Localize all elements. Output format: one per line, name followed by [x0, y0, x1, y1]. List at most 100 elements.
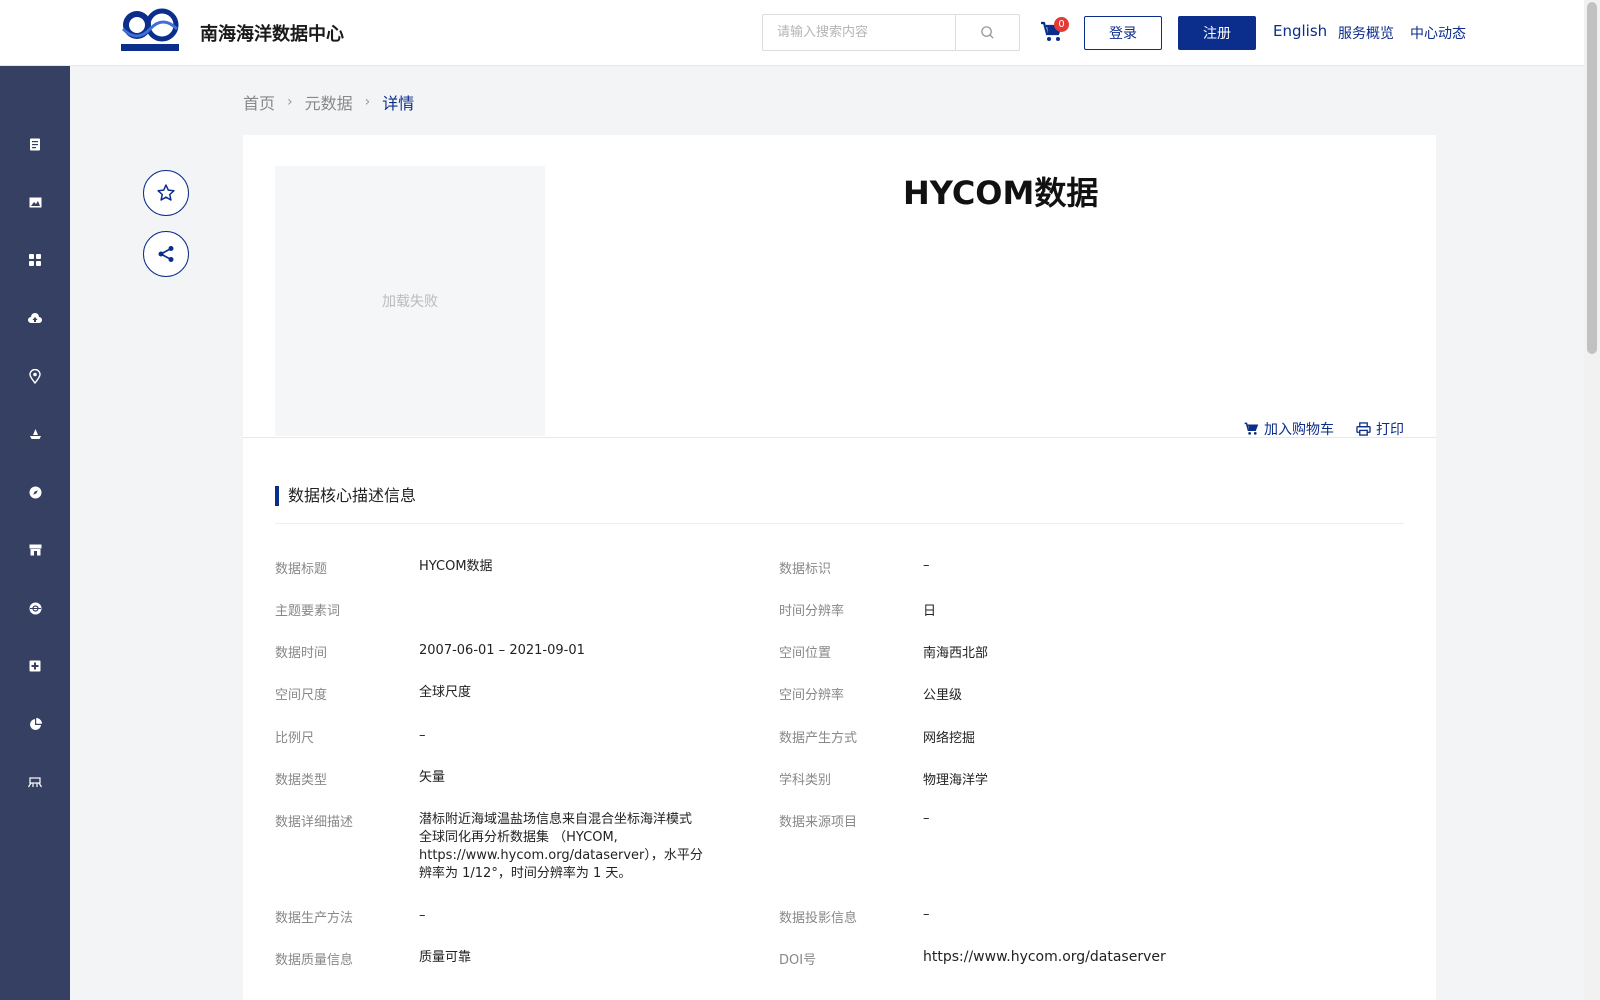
globe-icon	[29, 602, 41, 614]
field-label: 数据质量信息	[275, 953, 354, 968]
field-label: 学科类别	[779, 773, 832, 788]
add-to-cart-label: 加入购物车	[1264, 422, 1334, 438]
cloud-upload-icon	[28, 312, 42, 323]
cart-icon	[1244, 422, 1259, 435]
chevron-right-icon: ›	[364, 94, 371, 110]
field-label: 比例尺	[275, 731, 315, 746]
breadcrumb-home[interactable]: 首页	[243, 90, 275, 114]
field-value: –	[419, 728, 426, 743]
section-title: 数据核心描述信息	[275, 486, 416, 506]
search-input[interactable]	[763, 15, 955, 50]
field-value: 全球尺度	[419, 685, 472, 700]
sidebar-item-store[interactable]	[21, 536, 49, 564]
share-icon	[158, 246, 174, 262]
register-button[interactable]: 注册	[1178, 16, 1256, 50]
field-label: DOI号	[779, 953, 817, 968]
search-button[interactable]	[955, 15, 1019, 50]
page-scrollbar[interactable]	[1584, 0, 1600, 1000]
location-pin-icon	[29, 368, 41, 384]
site-logo[interactable]	[120, 7, 180, 53]
detail-actions: 加入购物车 打印	[1244, 419, 1404, 439]
medical-icon	[29, 660, 41, 672]
sidebar-item-medical[interactable]	[21, 652, 49, 680]
print-label: 打印	[1376, 422, 1404, 438]
field-label: 数据产生方式	[779, 731, 858, 746]
sidebar-item-image[interactable]	[21, 188, 49, 216]
sidebar-item-instrument[interactable]	[21, 768, 49, 796]
field-value: 日	[923, 604, 937, 619]
dataset-thumbnail: 加载失败	[275, 166, 545, 436]
field-label: 空间尺度	[275, 688, 328, 703]
breadcrumb: 首页 › 元数据 › 详情	[243, 90, 414, 114]
field-label: 数据生产方法	[275, 911, 354, 926]
field-label: 数据标识	[779, 562, 832, 577]
sidebar-item-location[interactable]	[21, 362, 49, 390]
sidebar-item-cloud-upload[interactable]	[21, 304, 49, 332]
login-button[interactable]: 登录	[1084, 16, 1162, 50]
field-value: 2007-06-01 – 2021-09-01	[419, 643, 585, 658]
nav-center-news[interactable]: 中心动态	[1410, 23, 1466, 43]
field-value: 公里级	[923, 688, 963, 703]
field-value: –	[923, 811, 930, 826]
favorite-button[interactable]	[143, 170, 189, 216]
field-value: 矢量	[419, 770, 446, 785]
grid-icon	[29, 254, 41, 266]
field-value: –	[419, 908, 426, 923]
sidebar-item-chart[interactable]	[21, 710, 49, 738]
field-label: 主题要素词	[275, 604, 341, 619]
cart-count-badge: 0	[1054, 17, 1069, 32]
field-value-description: 潜标附近海域温盐场信息来自混合坐标海洋模式全球同化再分析数据集 （HYCOM, …	[419, 812, 703, 881]
ship-icon	[29, 429, 41, 439]
left-sidebar	[0, 66, 70, 1000]
document-icon	[30, 138, 40, 150]
field-label: 数据时间	[275, 646, 328, 661]
field-value: 物理海洋学	[923, 773, 989, 788]
image-icon	[29, 197, 41, 207]
sidebar-item-document[interactable]	[21, 130, 49, 158]
header-divider	[243, 437, 1436, 438]
image-load-failed-text: 加载失败	[382, 294, 438, 310]
share-button[interactable]	[143, 231, 189, 277]
top-header: 南海海洋数据中心 0 登录 注册 English 服务概览 中心动态	[0, 0, 1584, 66]
field-value: –	[923, 558, 930, 573]
nav-service-overview[interactable]: 服务概览	[1338, 23, 1394, 43]
field-value: 南海西北部	[923, 646, 989, 661]
field-label: 数据投影信息	[779, 911, 858, 926]
compass-icon	[29, 486, 41, 498]
cart-button[interactable]: 0	[1040, 17, 1069, 46]
scrollbar-thumb[interactable]	[1587, 2, 1597, 354]
doi-link[interactable]: https://www.hycom.org/dataserver	[923, 949, 1166, 965]
section-divider	[275, 523, 1404, 524]
dataset-title: HYCOM数据	[903, 174, 1099, 212]
field-label: 空间位置	[779, 646, 832, 661]
field-label: 数据来源项目	[779, 815, 858, 830]
instrument-icon	[28, 776, 42, 787]
breadcrumb-metadata[interactable]: 元数据	[305, 90, 353, 114]
search-box	[762, 14, 1020, 51]
chevron-right-icon: ›	[287, 94, 293, 110]
sidebar-item-globe[interactable]	[21, 594, 49, 622]
site-title: 南海海洋数据中心	[200, 24, 344, 45]
add-to-cart-button[interactable]: 加入购物车	[1244, 419, 1334, 439]
pie-chart-icon	[29, 717, 42, 730]
field-value: HYCOM数据	[419, 559, 493, 574]
field-value: 质量可靠	[419, 950, 472, 965]
star-icon	[157, 184, 175, 201]
sidebar-item-compass[interactable]	[21, 478, 49, 506]
printer-icon	[1356, 422, 1371, 436]
print-button[interactable]: 打印	[1356, 419, 1404, 439]
field-value: 网络挖掘	[923, 731, 976, 746]
field-label: 空间分辨率	[779, 688, 845, 703]
sidebar-item-grid[interactable]	[21, 246, 49, 274]
field-label: 数据标题	[275, 562, 328, 577]
field-label: 数据类型	[275, 773, 328, 788]
field-label: 时间分辨率	[779, 604, 845, 619]
detail-card: 加载失败 HYCOM数据 加入购物车 打印 数据核心描述信息 数据标题 HYCO…	[243, 135, 1436, 1000]
breadcrumb-current: 详情	[382, 94, 415, 113]
language-english-link[interactable]: English	[1273, 22, 1327, 40]
sidebar-item-ship[interactable]	[21, 420, 49, 448]
field-label: 数据详细描述	[275, 815, 354, 830]
search-icon	[981, 26, 994, 39]
field-value: –	[923, 907, 930, 922]
store-icon	[29, 544, 41, 556]
